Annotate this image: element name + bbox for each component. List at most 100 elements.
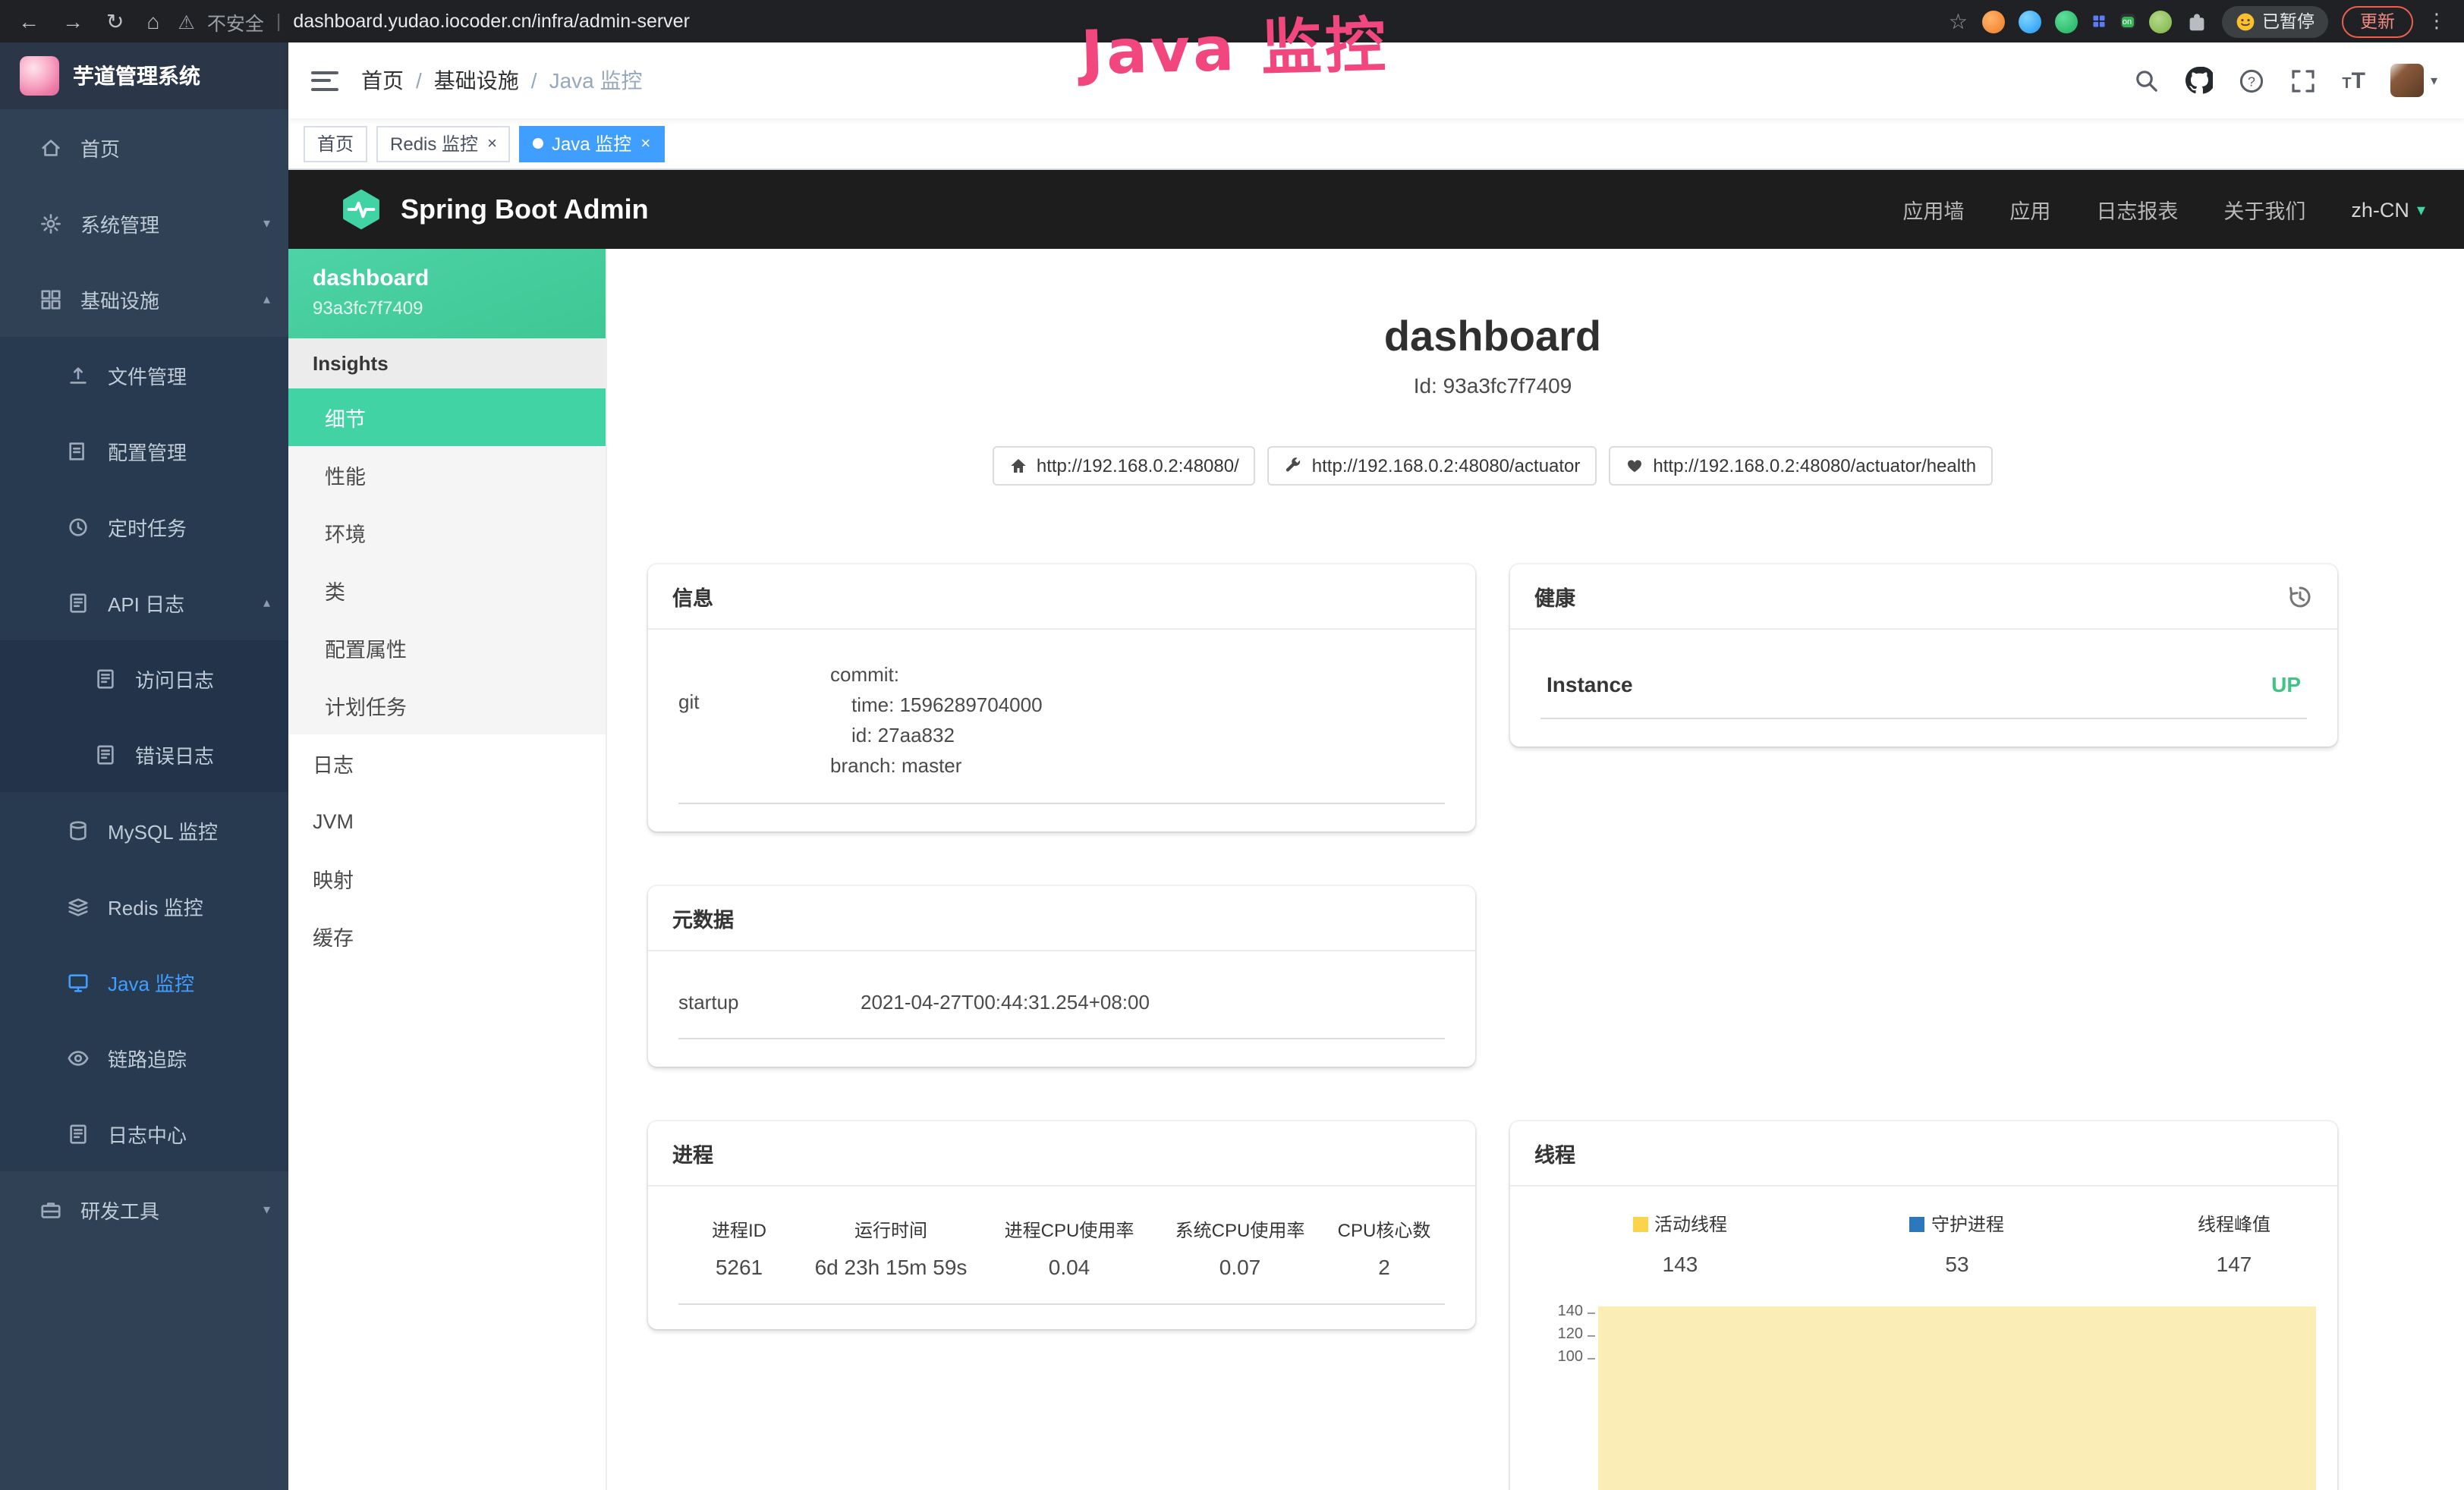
menu-item-label: 映射 xyxy=(313,863,354,894)
toolbox-icon xyxy=(39,1198,62,1221)
menu-item-jvm[interactable]: JVM xyxy=(288,792,606,850)
close-icon[interactable]: × xyxy=(487,134,497,152)
locale-label: zh-CN xyxy=(2351,198,2409,221)
sidebar-item-redis[interactable]: Redis 监控 xyxy=(0,868,288,944)
menu-item-mappings[interactable]: 映射 xyxy=(288,850,606,907)
tab-redis[interactable]: Redis 监控 × xyxy=(376,125,511,162)
sba-brand[interactable]: Spring Boot Admin xyxy=(340,188,649,231)
axis-tick xyxy=(1588,1358,1595,1360)
y-axis-label: 120 xyxy=(1510,1328,1583,1343)
sidebar-item-error-log[interactable]: 错误日志 xyxy=(0,716,288,792)
sidebar-item-access-log[interactable]: 访问日志 xyxy=(0,640,288,716)
menu-item-config-props[interactable]: 配置属性 xyxy=(288,619,606,677)
metadata-value: 2021-04-27T00:44:31.254+08:00 xyxy=(861,991,1150,1014)
sidebar-item-file[interactable]: 文件管理 xyxy=(0,337,288,413)
y-axis-label: 140 xyxy=(1510,1305,1583,1320)
fullscreen-icon[interactable] xyxy=(2290,68,2316,93)
nav-link-wallboard[interactable]: 应用墙 xyxy=(1902,194,1964,225)
font-size-icon[interactable]: TT xyxy=(2342,69,2365,92)
search-icon[interactable] xyxy=(2134,68,2160,93)
chip-actuator-url[interactable]: http://192.168.0.2:48080/actuator xyxy=(1268,446,1597,486)
document-icon xyxy=(67,1122,90,1145)
extensions-puzzle-icon[interactable] xyxy=(2185,10,2208,33)
screen: ← → ↻ ⌂ ⚠ 不安全 | dashboard.yudao.iocoder.… xyxy=(0,0,2464,1490)
sidebar-item-label: 配置管理 xyxy=(108,436,270,465)
security-warning-icon[interactable]: ⚠ xyxy=(178,10,194,33)
chip-health-url[interactable]: http://192.168.0.2:48080/actuator/health xyxy=(1609,446,1993,486)
sidebar-item-config[interactable]: 配置管理 xyxy=(0,413,288,489)
browser-chrome: ← → ↻ ⌂ ⚠ 不安全 | dashboard.yudao.iocoder.… xyxy=(0,0,2464,42)
nav-link-about[interactable]: 关于我们 xyxy=(2223,194,2305,225)
user-menu[interactable]: ▾ xyxy=(2391,64,2437,97)
sidebar-item-infra[interactable]: 基础设施 ▴ xyxy=(0,261,288,337)
profile-paused-badge[interactable]: 已暂停 xyxy=(2221,5,2328,37)
card-title: 进程 xyxy=(672,1138,713,1168)
browser-menu-icon[interactable]: ⋮ xyxy=(2427,9,2447,33)
sba-main: dashboard Id: 93a3fc7f7409 http://192.16… xyxy=(607,249,2464,1490)
nav-link-journal[interactable]: 日志报表 xyxy=(2096,194,2178,225)
instance-name: dashboard xyxy=(313,266,581,291)
menu-item-scheduled-tasks[interactable]: 计划任务 xyxy=(288,677,606,734)
history-icon[interactable] xyxy=(2287,583,2313,609)
sidebar-item-system[interactable]: 系统管理 ▾ xyxy=(0,185,288,261)
home-button[interactable]: ⌂ xyxy=(146,9,159,33)
extension-icon-orange[interactable] xyxy=(1981,10,2004,33)
sidebar-item-job[interactable]: 定时任务 xyxy=(0,489,288,564)
chart-area-fill xyxy=(1598,1306,2316,1490)
sba-brand-title: Spring Boot Admin xyxy=(401,193,649,225)
extension-icon-on[interactable]: on xyxy=(2119,14,2135,29)
breadcrumb-separator: / xyxy=(531,68,537,93)
process-table: 进程ID 运行时间 进程CPU使用率 系统CPU使用率 CPU核心数 5261 … xyxy=(648,1187,1475,1329)
legend-swatch-yellow xyxy=(1633,1216,1648,1231)
health-instance-label: Instance xyxy=(1547,672,1633,696)
info-line: branch: master xyxy=(830,751,1445,781)
locale-selector[interactable]: zh-CN ▾ xyxy=(2351,198,2425,221)
url-text[interactable]: dashboard.yudao.iocoder.cn/infra/admin-s… xyxy=(293,11,690,32)
back-button[interactable]: ← xyxy=(18,9,39,33)
sidebar-item-mysql[interactable]: MySQL 监控 xyxy=(0,792,288,868)
breadcrumb-home[interactable]: 首页 xyxy=(361,65,404,96)
extension-icon-green[interactable] xyxy=(2054,10,2077,33)
update-button[interactable]: 更新 xyxy=(2342,5,2413,37)
legend-peak-threads: 线程峰值 147 xyxy=(2143,1211,2325,1276)
chip-base-url[interactable]: http://192.168.0.2:48080/ xyxy=(993,446,1256,486)
menu-item-label: 缓存 xyxy=(313,921,354,951)
extension-icon-drop[interactable] xyxy=(2018,10,2041,33)
tab-home[interactable]: 首页 xyxy=(304,125,367,162)
sidebar-item-home[interactable]: 首页 xyxy=(0,109,288,185)
tab-java[interactable]: Java 监控 × xyxy=(520,125,664,162)
avatar[interactable] xyxy=(2391,64,2425,97)
address-bar[interactable]: ⚠ 不安全 | dashboard.yudao.iocoder.cn/infra… xyxy=(178,7,1930,36)
menu-item-classes[interactable]: 类 xyxy=(288,561,606,619)
sidebar-item-log-center[interactable]: 日志中心 xyxy=(0,1095,288,1171)
close-icon[interactable]: × xyxy=(640,134,650,152)
sidebar-item-dev-tool[interactable]: 研发工具 ▾ xyxy=(0,1171,288,1247)
nav-link-applications[interactable]: 应用 xyxy=(2009,194,2050,225)
menu-item-loggers[interactable]: 日志 xyxy=(288,734,606,792)
menu-item-environment[interactable]: 环境 xyxy=(288,504,606,561)
github-icon[interactable] xyxy=(2186,67,2213,94)
instance-header[interactable]: dashboard 93a3fc7f7409 xyxy=(288,249,606,338)
hamburger-icon[interactable] xyxy=(311,71,338,90)
app-navbar: 首页 / 基础设施 / Java 监控 ? TT ▾ xyxy=(288,42,2464,118)
help-icon[interactable]: ? xyxy=(2239,68,2264,93)
extension-icon-leaf[interactable] xyxy=(2148,10,2171,33)
menu-item-label: 配置属性 xyxy=(325,633,407,663)
extension-on-badge: on xyxy=(2121,17,2133,27)
sidebar-item-api-log[interactable]: API 日志 ▴ xyxy=(0,564,288,640)
sidebar-item-java[interactable]: Java 监控 xyxy=(0,944,288,1020)
sidebar-item-trace[interactable]: 链路追踪 xyxy=(0,1020,288,1095)
cards-grid: 信息 git commit: time: 1596289704000 id: 2… xyxy=(648,564,2337,1490)
forward-button[interactable]: → xyxy=(62,9,83,33)
document-icon xyxy=(94,743,117,765)
bookmark-star-icon[interactable]: ☆ xyxy=(1949,8,1968,34)
menu-item-details[interactable]: 细节 xyxy=(288,388,606,446)
extension-icon-grid[interactable] xyxy=(2091,14,2106,29)
breadcrumb-infra[interactable]: 基础设施 xyxy=(434,65,519,96)
metadata-key: startup xyxy=(678,991,861,1014)
info-line: id: 27aa832 xyxy=(830,721,1445,751)
reload-button[interactable]: ↻ xyxy=(106,8,124,34)
menu-item-caches[interactable]: 缓存 xyxy=(288,907,606,965)
sidebar-item-label: 访问日志 xyxy=(135,664,270,693)
menu-item-performance[interactable]: 性能 xyxy=(288,446,606,504)
